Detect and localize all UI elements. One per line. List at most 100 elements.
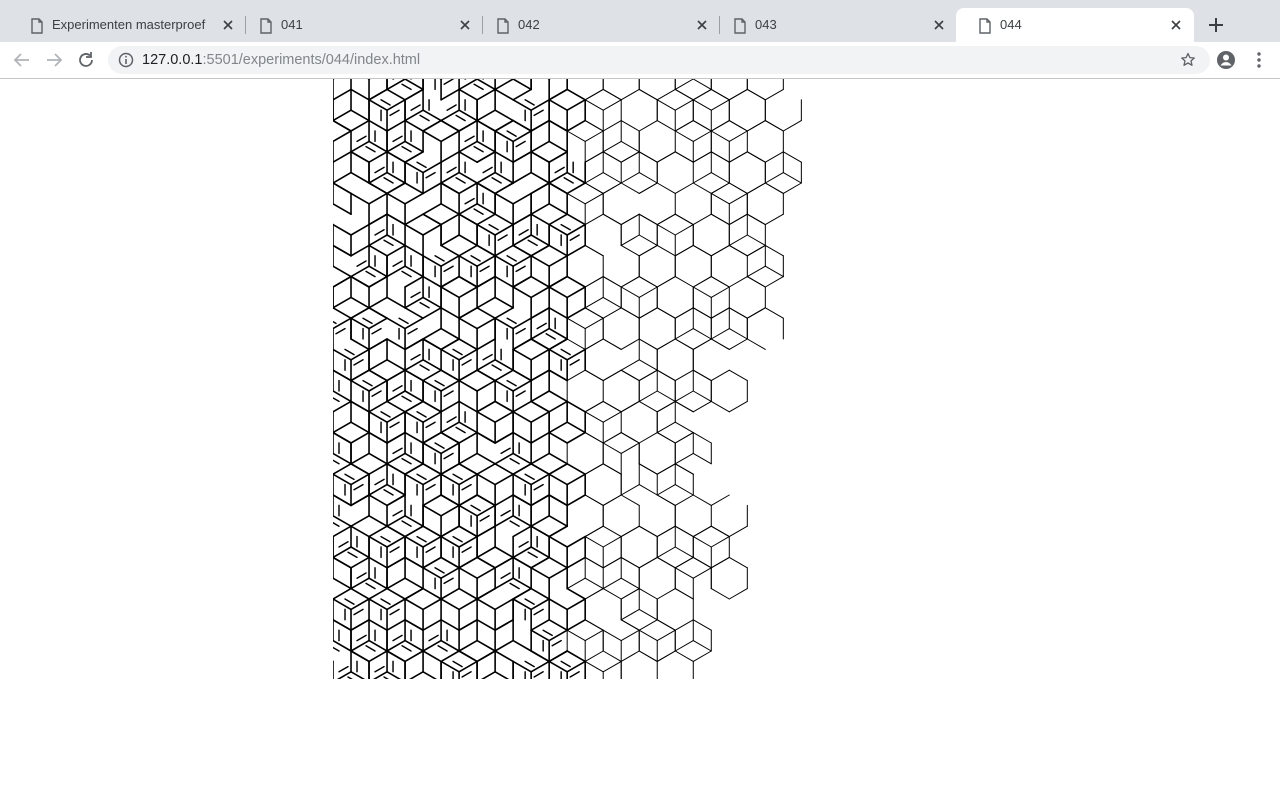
pattern-segment (350, 525, 370, 538)
pattern-segment (368, 275, 388, 288)
pattern-segment (518, 541, 529, 548)
close-icon[interactable] (1168, 17, 1184, 33)
pattern-segment (620, 234, 640, 246)
pattern-segment (440, 213, 460, 226)
pattern-segment (422, 556, 442, 569)
pattern-segment (440, 234, 460, 247)
url-text[interactable]: 127.0.0.1:5501/experiments/044/index.htm… (142, 52, 420, 68)
pattern-segment (386, 577, 406, 590)
pattern-segment (368, 618, 388, 632)
pattern-segment (476, 473, 496, 486)
pattern-segment (764, 88, 784, 101)
pattern-segment (455, 426, 466, 434)
tab-044-active[interactable]: 044 (956, 8, 1194, 42)
tab-041[interactable]: 041 (237, 8, 483, 42)
pattern-segment (566, 182, 586, 194)
pattern-segment (674, 99, 694, 111)
pattern-segment (494, 410, 514, 424)
pattern-segment (602, 307, 622, 319)
pattern-segment (481, 670, 496, 679)
pattern-segment (470, 504, 481, 512)
pattern-segment (692, 619, 712, 631)
close-icon[interactable] (220, 17, 236, 33)
tab-042[interactable]: 042 (474, 8, 720, 42)
tab-title: 044 (1000, 17, 1022, 32)
address-bar[interactable]: 127.0.0.1:5501/experiments/044/index.htm… (108, 46, 1210, 74)
pattern-segment (620, 244, 640, 257)
pattern-segment (494, 79, 514, 91)
pattern-segment (404, 650, 424, 663)
forward-arrow-icon[interactable] (44, 50, 64, 70)
pattern-segment (380, 411, 391, 418)
pattern-segment (416, 411, 427, 418)
pattern-segment (509, 582, 520, 590)
profile-icon[interactable] (1216, 50, 1236, 70)
pattern-segment (710, 536, 730, 548)
pattern-segment (404, 192, 424, 205)
pattern-segment (404, 577, 424, 590)
pattern-segment (365, 645, 376, 652)
pattern-segment (494, 546, 514, 559)
pattern-segment (692, 213, 712, 226)
pattern-segment (692, 525, 712, 538)
pattern-segment (728, 369, 748, 382)
plus-icon[interactable] (1206, 15, 1226, 35)
pattern-segment (728, 276, 748, 288)
pattern-segment (638, 432, 658, 444)
pattern-segment (494, 650, 514, 663)
close-icon[interactable] (457, 17, 473, 33)
pattern-segment (530, 400, 550, 413)
pattern-segment (602, 494, 622, 506)
pattern-segment (638, 390, 658, 402)
pattern-segment (440, 275, 460, 288)
back-arrow-icon[interactable] (12, 50, 32, 70)
pattern-segment (368, 338, 388, 351)
pattern-segment (422, 327, 442, 340)
info-icon[interactable] (118, 52, 134, 68)
pattern-segment (692, 328, 712, 340)
tab-043[interactable]: 043 (711, 8, 957, 42)
pattern-segment (422, 650, 442, 663)
pattern-segment (566, 244, 586, 257)
close-icon[interactable] (694, 17, 710, 33)
pattern-segment (584, 213, 604, 226)
pattern-segment (512, 587, 532, 600)
pattern-segment (434, 255, 445, 262)
pattern-segment (440, 338, 460, 351)
kebab-menu-icon[interactable] (1250, 50, 1268, 70)
pattern-segment (398, 317, 409, 325)
pattern-segment (530, 275, 550, 288)
close-icon[interactable] (931, 17, 947, 33)
star-icon[interactable] (1180, 52, 1196, 68)
pattern-segment (461, 546, 472, 553)
pattern-segment (674, 307, 694, 319)
pattern-segment (620, 577, 640, 590)
pattern-segment (674, 588, 694, 600)
pattern-segment (728, 244, 748, 257)
pattern-segment (566, 192, 586, 205)
pattern-segment (728, 151, 748, 163)
pattern-segment (620, 525, 640, 538)
pattern-segment (515, 140, 526, 148)
pattern-segment (458, 598, 478, 611)
pattern-segment (386, 525, 406, 538)
pattern-segment (530, 462, 550, 476)
pattern-segment (692, 276, 712, 288)
pattern-segment (566, 629, 586, 642)
pattern-segment (476, 556, 496, 569)
tab-experimenten-masterproef[interactable]: Experimenten masterproef (8, 8, 246, 42)
pattern-segment (506, 379, 517, 387)
pattern-segment (333, 397, 340, 403)
pattern-segment (554, 166, 565, 174)
pattern-segment (530, 203, 550, 215)
pattern-segment (746, 88, 766, 101)
pattern-segment (530, 338, 550, 351)
pattern-segment (416, 535, 427, 543)
pattern-segment (386, 587, 406, 600)
pattern-segment (674, 400, 694, 413)
pattern-segment (548, 556, 568, 569)
pattern-segment (656, 546, 676, 558)
pattern-segment (443, 265, 454, 273)
reload-icon[interactable] (76, 50, 96, 70)
pattern-segment (674, 525, 694, 538)
